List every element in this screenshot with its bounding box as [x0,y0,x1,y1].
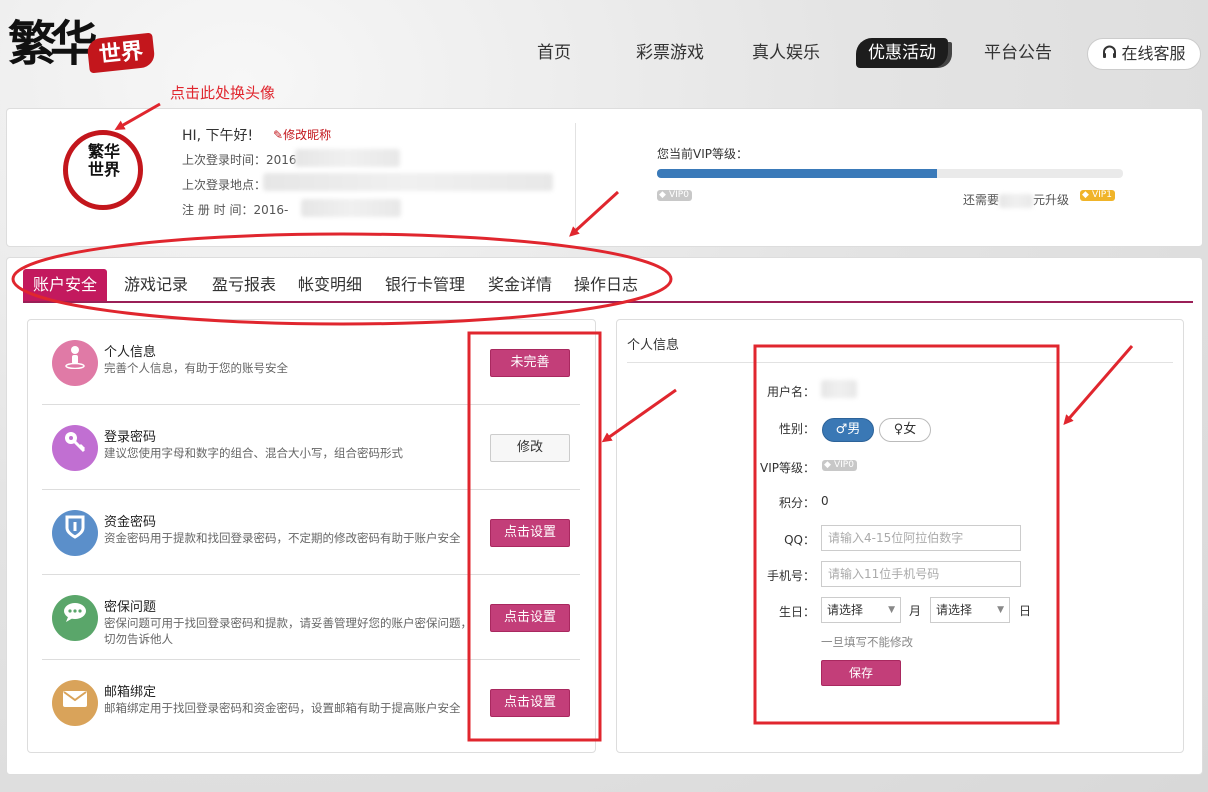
tab-operation-log[interactable]: 操作日志 [565,269,647,301]
profile-divider [575,123,576,231]
last-login-time: 上次登录时间：2016 [182,153,297,167]
security-item-title: 个人信息 [104,345,157,360]
tab-account-changes[interactable]: 帐变明细 [289,269,371,301]
edit-nickname-link[interactable]: ✎修改昵称 [273,126,331,143]
security-item-desc: 建议您使用字母和数字的组合、混合大小写，组合密码形式 [104,446,403,460]
security-item-title: 邮箱绑定 [104,685,157,700]
set-fund-password-button[interactable]: 点击设置 [490,519,570,547]
greeting-text: HI, 下午好! [182,128,254,144]
tab-profit-loss[interactable]: 盈亏报表 [203,269,285,301]
security-item-desc: 邮箱绑定用于找回登录密码和资金密码，设置邮箱有助于提高账户安全 [104,701,461,715]
save-button[interactable]: 保存 [821,660,901,686]
security-list: 个人信息 完善个人信息，有助于您的账号安全 未完善 登录密码 建议您使用字母和数… [27,319,596,753]
redacted-username [821,380,857,398]
avatar[interactable]: 繁华世界 [63,130,143,210]
vip-level-label: VIP等级： [760,461,815,475]
personal-info-title: 个人信息 [627,338,680,353]
tab-game-records[interactable]: 游戏记录 [115,269,197,301]
list-item: 密保问题 密保问题可用于找回登录密码和提款，请妥善管理好您的账户密保问题，切勿告… [42,575,580,660]
birthday-note: 一旦填写不能修改 [821,635,913,649]
set-security-question-button[interactable]: 点击设置 [490,604,570,632]
chat-icon [52,595,98,641]
qq-input[interactable] [821,525,1021,551]
personal-info-form: 个人信息 用户名： 性别： ♂男 ♀女 VIP等级： ◆ VIP0 积分： 0 Q… [616,319,1184,753]
register-time: 注 册 时 间：2016- [182,203,289,217]
change-login-password-button[interactable]: 修改 [490,434,570,462]
shield-icon [52,510,98,556]
security-item-desc: 资金密码用于提款和找回登录密码，不定期的修改密码有助于账户安全 [104,531,461,545]
redacted-block [295,149,400,167]
security-item-title: 登录密码 [104,430,157,445]
list-item: 邮箱绑定 邮箱绑定用于找回登录密码和资金密码，设置邮箱有助于提高账户安全 点击设… [42,660,580,745]
redacted-block [301,199,401,217]
nav-item-lottery[interactable]: 彩票游戏 [636,38,704,68]
profile-panel: 繁华世界 HI, 下午好! ✎修改昵称 上次登录时间：2016 上次登录地点： … [6,108,1203,247]
user-icon [52,340,98,386]
points-value: 0 [821,494,829,508]
personal-info-incomplete-button[interactable]: 未完善 [490,349,570,377]
list-item: 登录密码 建议您使用字母和数字的组合、混合大小写，组合密码形式 修改 [42,405,580,490]
headphones-icon [1102,39,1117,69]
mail-icon [52,680,98,726]
diamond-icon: ◆ [824,460,831,470]
month-unit: 月 [909,604,922,618]
logo-seal: 世界 [86,32,156,74]
birthday-day-select[interactable]: 请选择 ▼ [930,597,1010,623]
gender-male-button[interactable]: ♂男 [822,418,874,442]
security-item-title: 密保问题 [104,600,157,615]
logo-ink-text: 繁华 [8,16,98,72]
security-item-desc: 完善个人信息，有助于您的账号安全 [104,361,288,375]
vip-upgrade-text: 还需要 元升级 [963,193,1070,208]
edit-nickname-label: 修改昵称 [283,128,332,142]
diamond-icon: ◆ [1082,190,1089,200]
tab-account-security[interactable]: 账户安全 [23,269,107,301]
vip-level-label: 您当前VIP等级： [657,147,748,161]
vip-next-badge: ◆ VIP1 [1080,190,1115,201]
last-login-place: 上次登录地点： [182,178,267,192]
tab-bonus-details[interactable]: 奖金详情 [479,269,561,301]
tab-underline [23,301,1193,303]
nav-item-promotions[interactable]: 优惠活动 [856,38,948,68]
nav-item-live-casino[interactable]: 真人娱乐 [752,38,820,68]
nav-item-home[interactable]: 首页 [537,38,571,68]
phone-label: 手机号： [766,569,815,583]
vip-progress-bar [657,169,1123,178]
redacted-block [263,173,553,191]
qq-label: QQ： [784,533,815,547]
phone-input[interactable] [821,561,1021,587]
security-item-title: 资金密码 [104,515,157,530]
chevron-down-icon: ▼ [888,605,895,615]
birthday-month-select[interactable]: 请选择 ▼ [821,597,901,623]
diamond-icon: ◆ [659,190,666,200]
tab-bank-cards[interactable]: 银行卡管理 [375,269,475,301]
site-logo[interactable]: 繁华 世界 [6,14,156,82]
vip-level-badge: ◆ VIP0 [822,460,857,471]
points-label: 积分： [778,496,815,510]
account-main-panel: 账户安全 游戏记录 盈亏报表 帐变明细 银行卡管理 奖金详情 操作日志 个人信息… [6,257,1203,775]
day-unit: 日 [1019,604,1032,618]
gender-label: 性别： [778,422,815,436]
list-item: 个人信息 完善个人信息，有助于您的账号安全 未完善 [42,320,580,405]
vip-progress-fill [657,169,937,178]
online-service-label: 在线客服 [1121,44,1186,63]
birthday-label: 生日： [778,605,815,619]
pencil-icon: ✎ [273,128,284,142]
chevron-down-icon: ▼ [997,605,1004,615]
vip-current-badge: ◆ VIP0 [657,190,692,201]
list-item: 资金密码 资金密码用于提款和找回登录密码，不定期的修改密码有助于账户安全 点击设… [42,490,580,575]
nav-item-announcements[interactable]: 平台公告 [984,38,1052,68]
avatar-text: 繁华世界 [87,142,120,179]
security-item-desc: 密保问题可用于找回登录密码和提款，请妥善管理好您的账户密保问题，切勿告诉他人 [104,616,472,646]
online-service-button[interactable]: 在线客服 [1087,38,1201,70]
gender-female-button[interactable]: ♀女 [879,418,931,442]
avatar-hint-annotation: 点击此处换头像 [170,84,276,102]
key-icon [52,425,98,471]
personal-info-divider [627,362,1173,363]
bind-email-button[interactable]: 点击设置 [490,689,570,717]
username-label: 用户名： [766,385,815,399]
